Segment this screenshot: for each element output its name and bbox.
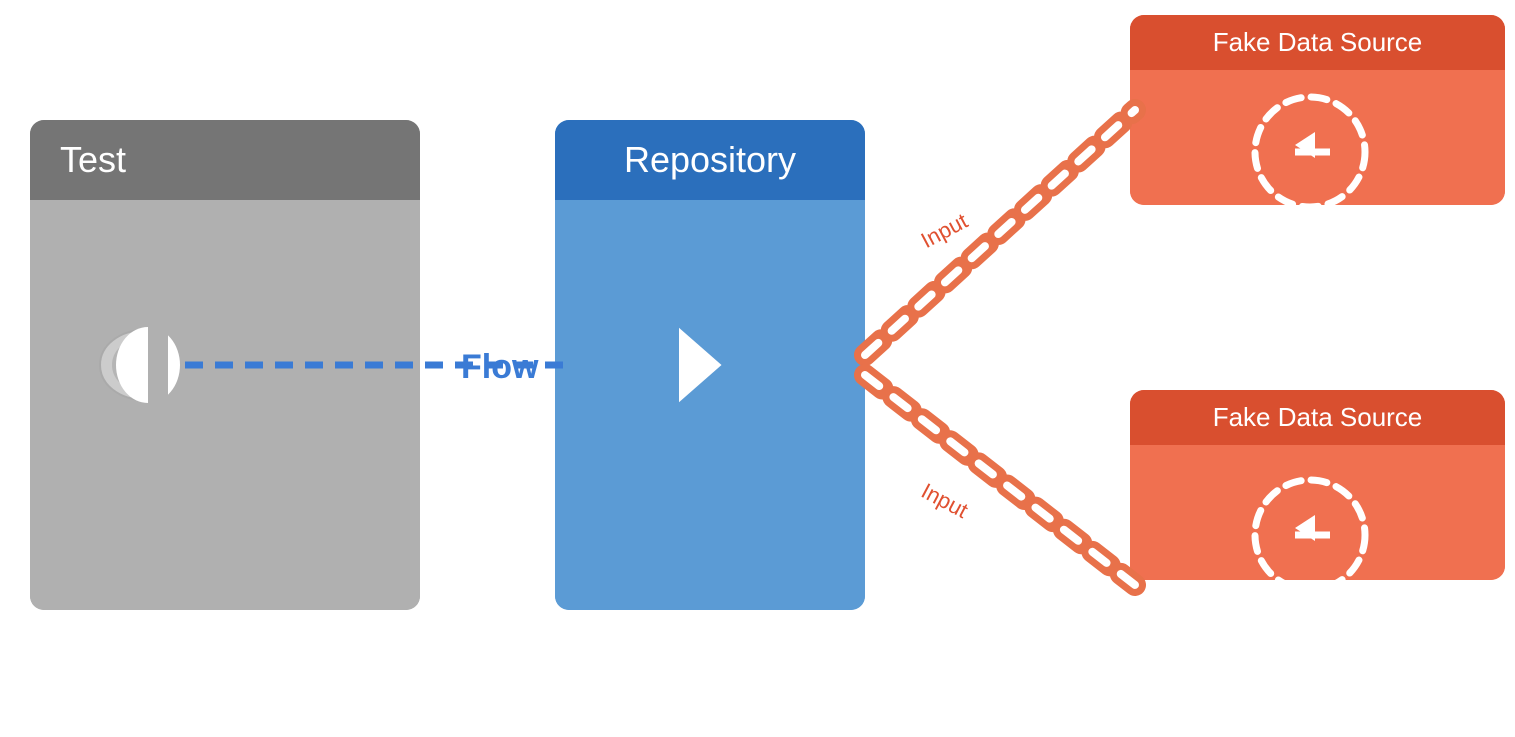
flow-label: Flow xyxy=(461,348,538,387)
input-label-bottom: Input xyxy=(917,478,972,524)
fake-data-source-1[interactable]: Fake Data Source xyxy=(1130,15,1505,205)
fds2-body xyxy=(1130,445,1505,580)
fake-data-source-2[interactable]: Fake Data Source xyxy=(1130,390,1505,580)
test-header: Test xyxy=(30,120,420,200)
fds2-title: Fake Data Source xyxy=(1213,402,1423,433)
repo-body xyxy=(555,200,865,610)
canvas: Test Repository Fake Data Source Fake Da… xyxy=(0,0,1515,737)
fds1-header: Fake Data Source xyxy=(1130,15,1505,70)
test-title: Test xyxy=(60,139,126,181)
test-body xyxy=(30,200,420,610)
fds1-body xyxy=(1130,70,1505,205)
fds1-title: Fake Data Source xyxy=(1213,27,1423,58)
test-block[interactable]: Test xyxy=(30,120,420,610)
input-label-top: Input xyxy=(917,208,972,254)
repo-title: Repository xyxy=(624,139,796,181)
fds2-header: Fake Data Source xyxy=(1130,390,1505,445)
repo-header: Repository xyxy=(555,120,865,200)
repository-block[interactable]: Repository xyxy=(555,120,865,610)
